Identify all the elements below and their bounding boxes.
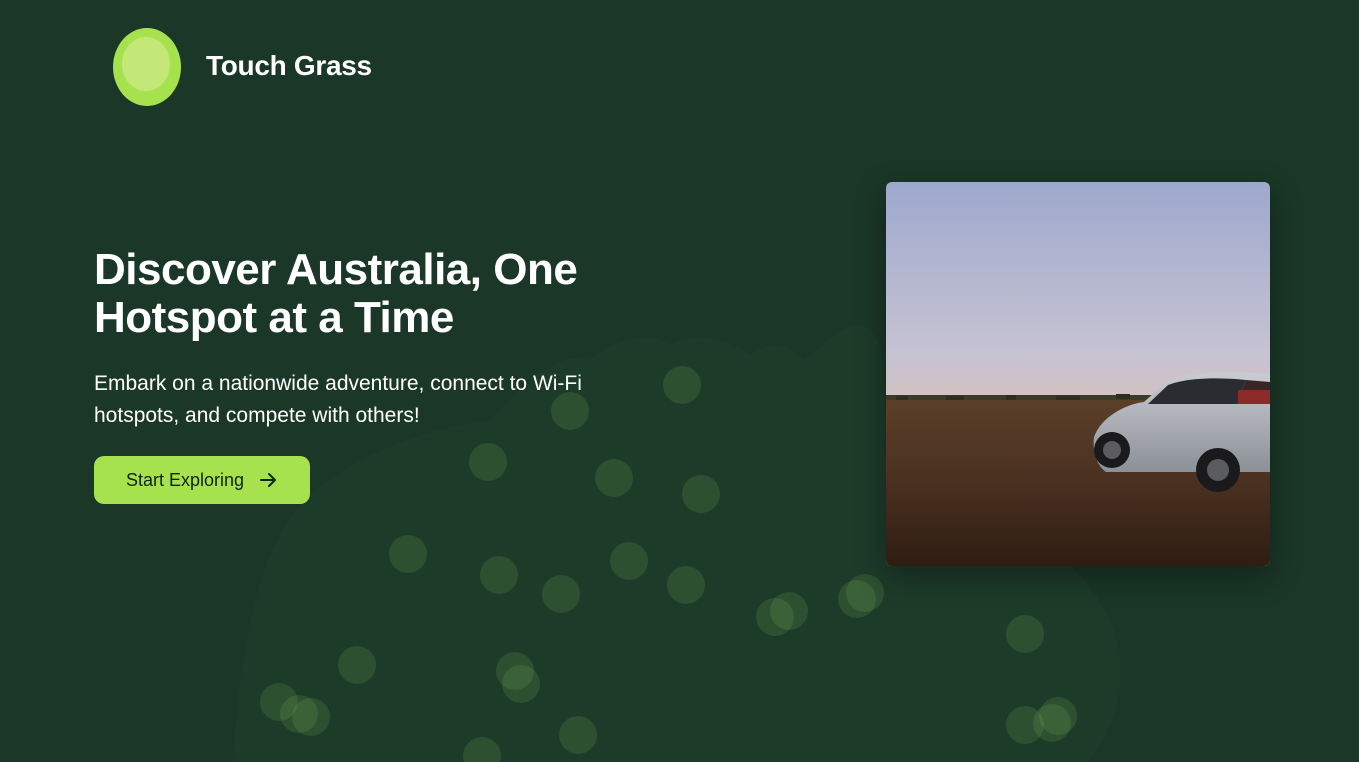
hero-subtitle: Embark on a nationwide adventure, connec…: [94, 368, 654, 432]
hotspot-dot: [338, 646, 376, 684]
hotspot-dot: [610, 542, 648, 580]
hotspot-dot: [542, 575, 580, 613]
landing-page: Touch Grass Discover Australia, One Hots…: [0, 0, 1359, 762]
start-exploring-button[interactable]: Start Exploring: [94, 456, 311, 504]
hotspot-dot: [1006, 615, 1044, 653]
green-egg-logo-icon[interactable]: [112, 26, 182, 106]
hotspot-dot: [770, 592, 808, 630]
hotspot-dot: [389, 535, 427, 573]
hotspot-dot: [846, 574, 884, 612]
hero-title-line1: Discover Australia, One: [94, 245, 578, 294]
hotspot-dot: [480, 556, 518, 594]
hero-title: Discover Australia, One Hotspot at a Tim…: [94, 246, 714, 342]
hero-section: Discover Australia, One Hotspot at a Tim…: [94, 246, 714, 504]
car-in-desert-at-dusk-image: [886, 182, 1270, 566]
hotspot-dot: [559, 716, 597, 754]
hero-title-line2: Hotspot at a Time: [94, 293, 454, 342]
hotspot-dot: [667, 566, 705, 604]
brand-name[interactable]: Touch Grass: [206, 50, 372, 82]
hero-subtitle-line1: Embark on a nationwide adventure, connec…: [94, 372, 582, 395]
arrow-right-icon: [260, 473, 277, 487]
start-exploring-label: Start Exploring: [126, 469, 245, 490]
hotspot-dot: [292, 698, 330, 736]
hotspot-dot: [502, 665, 540, 703]
hero-subtitle-line2: hotspots, and compete with others!: [94, 404, 420, 427]
hotspot-dot: [1039, 697, 1077, 735]
site-header: Touch Grass: [112, 26, 372, 106]
